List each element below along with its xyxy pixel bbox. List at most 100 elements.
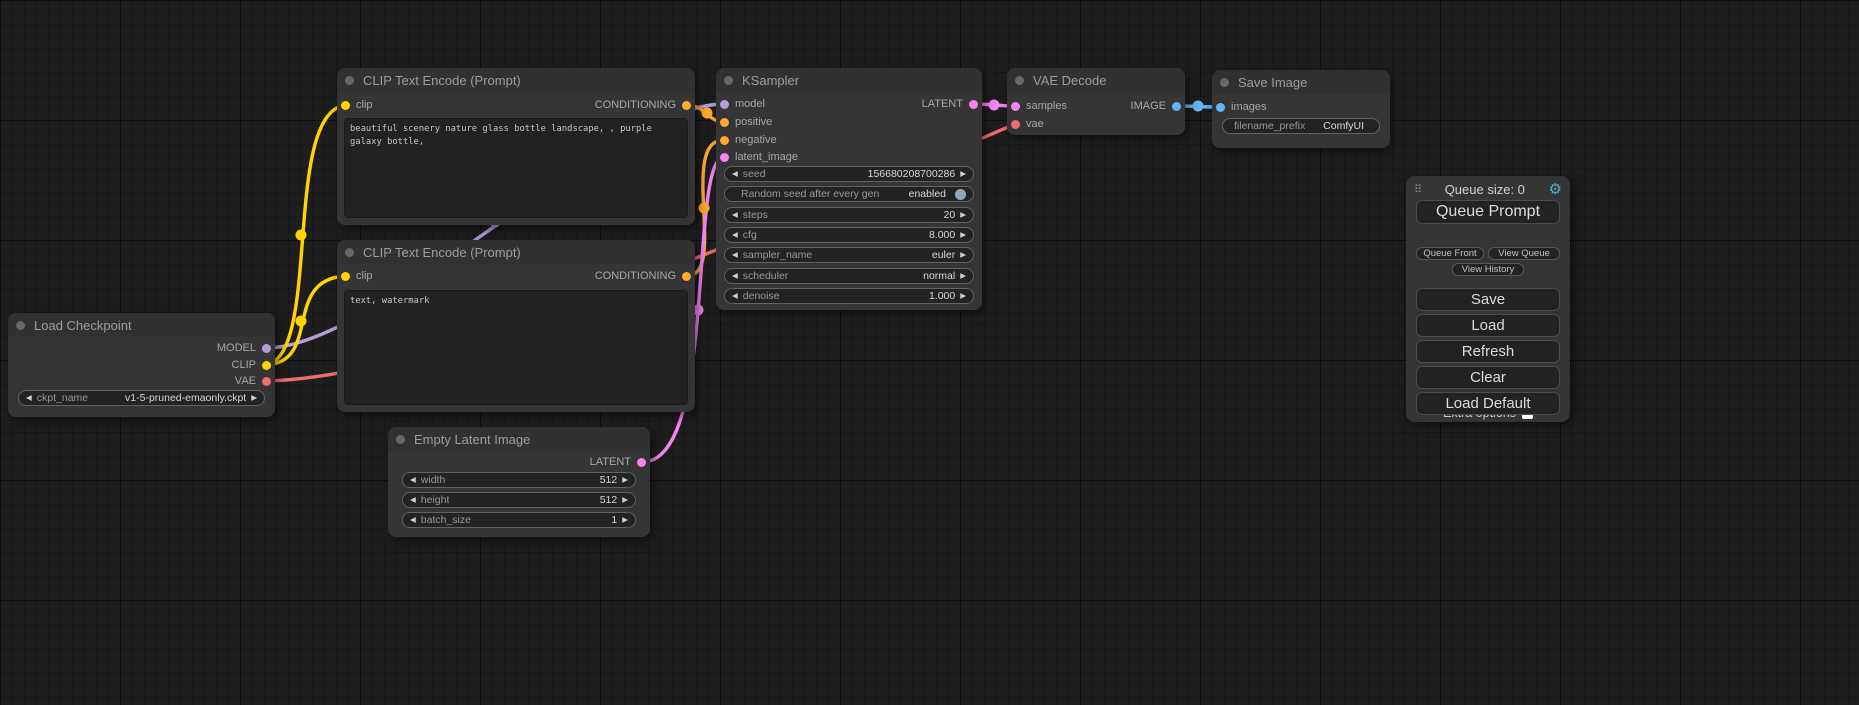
next-value-arrow-icon[interactable]: ▶ xyxy=(622,476,628,484)
node-save-image[interactable]: Save Image images filename_prefix ComfyU… xyxy=(1212,70,1390,148)
latent-slot-dot[interactable] xyxy=(720,153,729,162)
clip-slot-dot[interactable] xyxy=(341,272,350,281)
next-value-arrow-icon[interactable]: ▶ xyxy=(622,496,628,504)
ckpt-name-widget[interactable]: ◀ ckpt_name v1-5-pruned-emaonly.ckpt ▶ xyxy=(18,390,265,406)
input-slot-model[interactable]: model xyxy=(720,97,765,111)
link-dot-cond-positive[interactable] xyxy=(702,108,713,119)
collapse-dot-icon[interactable] xyxy=(1015,76,1024,85)
input-slot-negative[interactable]: negative xyxy=(720,133,777,147)
next-value-arrow-icon[interactable]: ▶ xyxy=(960,292,966,300)
prev-value-arrow-icon[interactable]: ◀ xyxy=(410,476,416,484)
conditioning-slot-dot[interactable] xyxy=(682,101,691,110)
link-dot-cond-negative[interactable] xyxy=(699,203,710,214)
random-seed-toggle-widget[interactable]: Random seed after every gen enabled xyxy=(724,186,974,202)
input-slot-samples[interactable]: samples xyxy=(1011,99,1067,113)
output-slot-clip[interactable]: CLIP xyxy=(232,358,271,372)
prev-value-arrow-icon[interactable]: ◀ xyxy=(410,496,416,504)
next-value-arrow-icon[interactable]: ▶ xyxy=(960,251,966,259)
output-slot-conditioning[interactable]: CONDITIONING xyxy=(595,269,691,283)
queue-front-button[interactable]: Queue Front xyxy=(1416,247,1484,260)
height-widget[interactable]: ◀ height 512 ▶ xyxy=(402,492,636,508)
clip-slot-dot[interactable] xyxy=(341,101,350,110)
next-value-arrow-icon[interactable]: ▶ xyxy=(960,272,966,280)
vae-slot-dot[interactable] xyxy=(262,377,271,386)
node-titlebar[interactable]: Load Checkpoint xyxy=(8,313,275,337)
node-titlebar[interactable]: CLIP Text Encode (Prompt) xyxy=(337,68,695,92)
prev-value-arrow-icon[interactable]: ◀ xyxy=(732,292,738,300)
model-slot-dot[interactable] xyxy=(262,344,271,353)
load-button[interactable]: Load xyxy=(1416,314,1560,337)
prev-value-arrow-icon[interactable]: ◀ xyxy=(410,516,416,524)
link-dot-clip-positive[interactable] xyxy=(296,230,307,241)
collapse-dot-icon[interactable] xyxy=(1220,78,1229,87)
conditioning-slot-dot[interactable] xyxy=(682,272,691,281)
node-clip-text-encode-positive[interactable]: CLIP Text Encode (Prompt) clip CONDITION… xyxy=(337,68,695,225)
output-slot-vae[interactable]: VAE xyxy=(235,374,271,388)
queue-prompt-button[interactable]: Queue Prompt xyxy=(1416,200,1560,224)
collapse-dot-icon[interactable] xyxy=(16,321,25,330)
toggle-knob[interactable] xyxy=(955,189,966,200)
collapse-dot-icon[interactable] xyxy=(345,76,354,85)
output-slot-image[interactable]: IMAGE xyxy=(1131,99,1181,113)
input-slot-positive[interactable]: positive xyxy=(720,115,772,129)
input-slot-vae[interactable]: vae xyxy=(1011,117,1044,131)
node-titlebar[interactable]: Empty Latent Image xyxy=(388,427,650,451)
link-dot-latent-ksampler[interactable] xyxy=(989,100,1000,111)
node-ksampler[interactable]: KSampler model positive negative latent_… xyxy=(716,68,982,310)
steps-widget[interactable]: ◀ steps 20 ▶ xyxy=(724,207,974,223)
next-value-arrow-icon[interactable]: ▶ xyxy=(960,170,966,178)
input-slot-latent-image[interactable]: latent_image xyxy=(720,150,798,164)
node-clip-text-encode-negative[interactable]: CLIP Text Encode (Prompt) clip CONDITION… xyxy=(337,240,695,412)
prompt-text-area[interactable]: beautiful scenery nature glass bottle la… xyxy=(344,118,688,218)
next-value-arrow-icon[interactable]: ▶ xyxy=(960,231,966,239)
prev-value-arrow-icon[interactable]: ◀ xyxy=(732,211,738,219)
next-value-arrow-icon[interactable]: ▶ xyxy=(622,516,628,524)
latent-slot-dot[interactable] xyxy=(637,458,646,467)
collapse-dot-icon[interactable] xyxy=(396,435,405,444)
graph-canvas[interactable]: Load Checkpoint MODEL CLIP VAE ◀ ckpt_na… xyxy=(0,0,1859,705)
seed-widget[interactable]: ◀ seed 156680208700286 ▶ xyxy=(724,166,974,182)
view-queue-button[interactable]: View Queue xyxy=(1488,247,1560,260)
drag-handle-icon[interactable]: ⠿ xyxy=(1414,183,1421,196)
prev-value-arrow-icon[interactable]: ◀ xyxy=(732,251,738,259)
next-value-arrow-icon[interactable]: ▶ xyxy=(960,211,966,219)
node-titlebar[interactable]: KSampler xyxy=(716,68,982,92)
refresh-button[interactable]: Refresh xyxy=(1416,340,1560,363)
collapse-dot-icon[interactable] xyxy=(345,248,354,257)
input-slot-clip[interactable]: clip xyxy=(341,98,373,112)
sampler-name-widget[interactable]: ◀ sampler_name euler ▶ xyxy=(724,247,974,263)
input-slot-images[interactable]: images xyxy=(1216,100,1266,114)
node-vae-decode[interactable]: VAE Decode samples vae IMAGE xyxy=(1007,68,1185,135)
prev-value-arrow-icon[interactable]: ◀ xyxy=(732,272,738,280)
prev-value-arrow-icon[interactable]: ◀ xyxy=(26,394,32,402)
conditioning-slot-dot[interactable] xyxy=(720,118,729,127)
node-titlebar[interactable]: Save Image xyxy=(1212,70,1390,94)
view-history-button[interactable]: View History xyxy=(1452,263,1524,276)
image-slot-dot[interactable] xyxy=(1216,103,1225,112)
load-default-button[interactable]: Load Default xyxy=(1416,392,1560,415)
node-titlebar[interactable]: CLIP Text Encode (Prompt) xyxy=(337,240,695,264)
width-widget[interactable]: ◀ width 512 ▶ xyxy=(402,472,636,488)
latent-slot-dot[interactable] xyxy=(1011,102,1020,111)
input-slot-clip[interactable]: clip xyxy=(341,269,373,283)
batch-size-widget[interactable]: ◀ batch_size 1 ▶ xyxy=(402,512,636,528)
latent-slot-dot[interactable] xyxy=(969,100,978,109)
node-titlebar[interactable]: VAE Decode xyxy=(1007,68,1185,92)
clip-slot-dot[interactable] xyxy=(262,361,271,370)
vae-slot-dot[interactable] xyxy=(1011,120,1020,129)
output-slot-latent[interactable]: LATENT xyxy=(922,97,978,111)
save-button[interactable]: Save xyxy=(1416,288,1560,311)
link-dot-clip-negative[interactable] xyxy=(296,316,307,327)
output-slot-latent[interactable]: LATENT xyxy=(590,455,646,469)
node-empty-latent-image[interactable]: Empty Latent Image LATENT ◀ width 512 ▶ … xyxy=(388,427,650,537)
image-slot-dot[interactable] xyxy=(1172,102,1181,111)
conditioning-slot-dot[interactable] xyxy=(720,136,729,145)
node-load-checkpoint[interactable]: Load Checkpoint MODEL CLIP VAE ◀ ckpt_na… xyxy=(8,313,275,417)
model-slot-dot[interactable] xyxy=(720,100,729,109)
clear-button[interactable]: Clear xyxy=(1416,366,1560,389)
cfg-widget[interactable]: ◀ cfg 8.000 ▶ xyxy=(724,227,974,243)
denoise-widget[interactable]: ◀ denoise 1.000 ▶ xyxy=(724,288,974,304)
collapse-dot-icon[interactable] xyxy=(724,76,733,85)
gear-icon[interactable]: ⚙ xyxy=(1549,182,1562,197)
output-slot-conditioning[interactable]: CONDITIONING xyxy=(595,98,691,112)
